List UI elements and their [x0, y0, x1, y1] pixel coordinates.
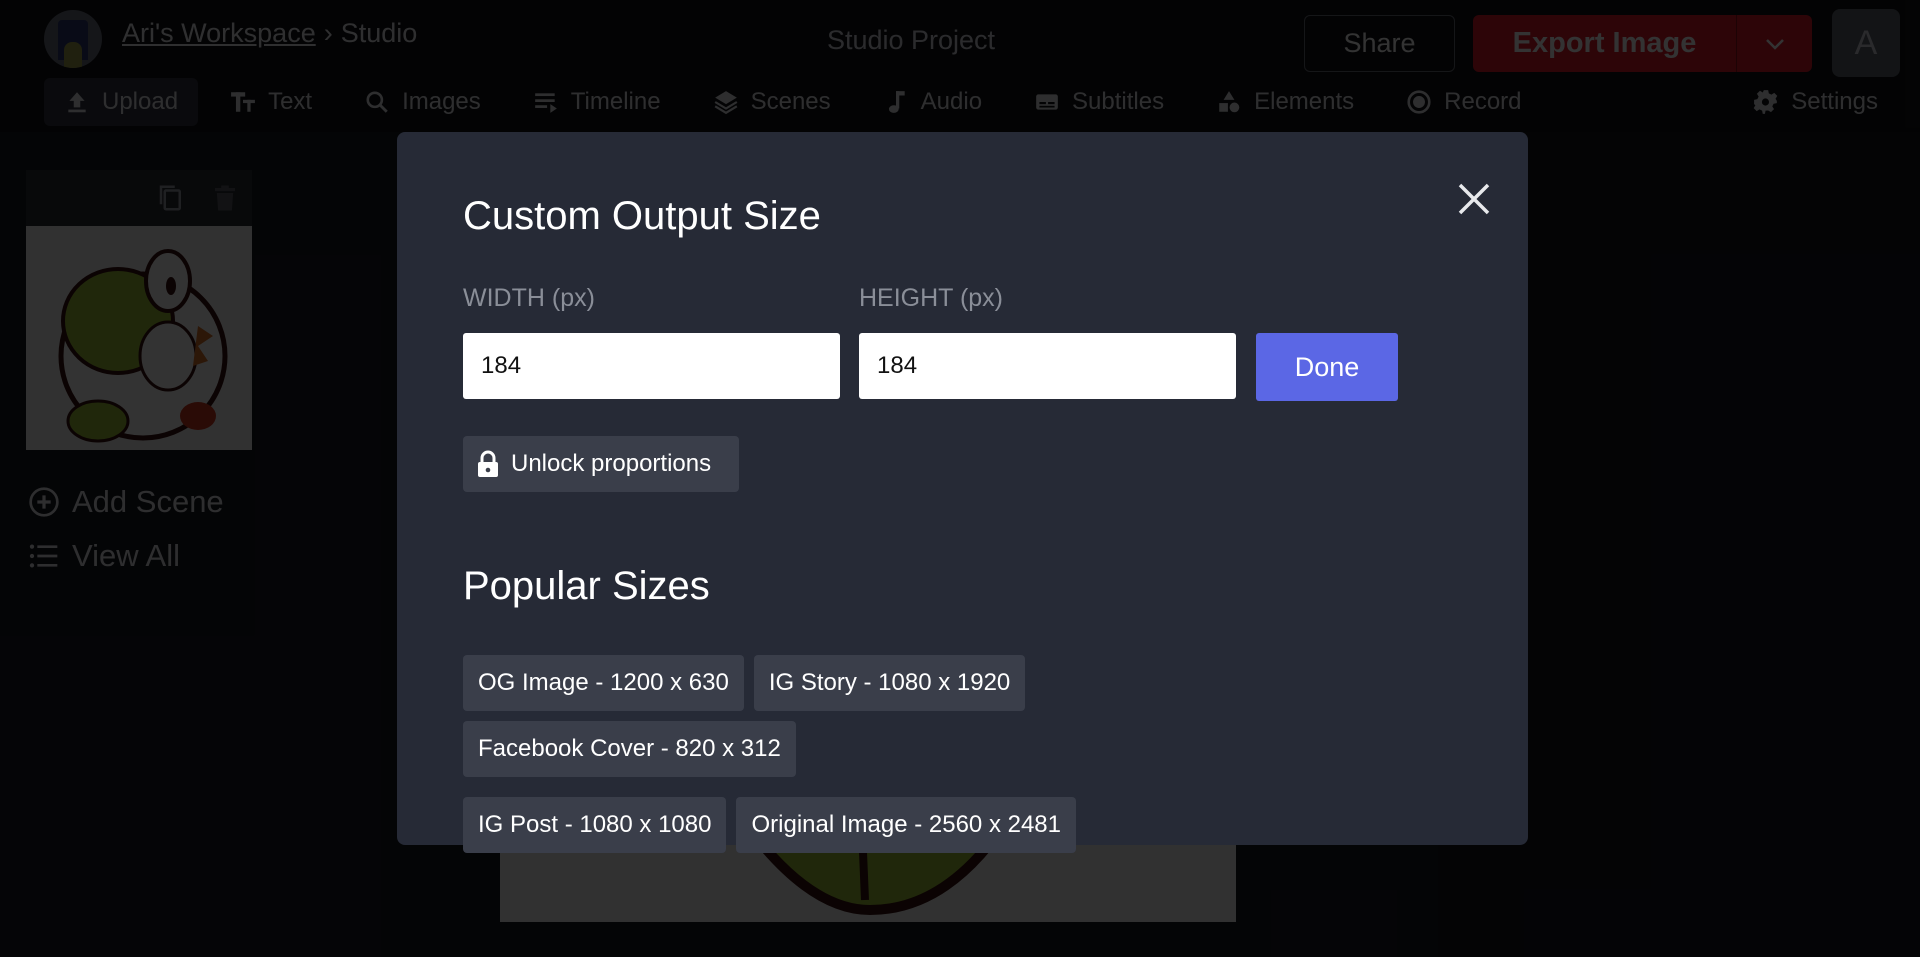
popular-sizes-list: OG Image - 1200 x 630 IG Story - 1080 x …	[463, 655, 1363, 853]
height-input[interactable]	[859, 333, 1236, 399]
unlock-proportions-label: Unlock proportions	[511, 450, 712, 477]
size-preset-original-image[interactable]: Original Image - 2560 x 2481	[736, 797, 1076, 853]
close-icon	[1458, 183, 1490, 215]
done-button[interactable]: Done	[1256, 333, 1398, 401]
size-preset-og-image[interactable]: OG Image - 1200 x 630	[463, 655, 744, 711]
unlock-proportions-button[interactable]: Unlock proportions	[463, 436, 739, 492]
dialog-title: Custom Output Size	[463, 194, 821, 238]
height-label: HEIGHT (px)	[859, 284, 1003, 312]
popular-sizes-title: Popular Sizes	[463, 564, 710, 608]
size-preset-ig-post[interactable]: IG Post - 1080 x 1080	[463, 797, 727, 853]
size-preset-ig-story[interactable]: IG Story - 1080 x 1920	[753, 655, 1026, 711]
size-preset-facebook-cover[interactable]: Facebook Cover - 820 x 312	[463, 721, 796, 777]
lock-icon	[478, 450, 498, 477]
close-button[interactable]	[1449, 174, 1499, 224]
width-label: WIDTH (px)	[463, 284, 595, 312]
width-input[interactable]	[463, 333, 840, 399]
custom-size-dialog: Custom Output Size WIDTH (px) HEIGHT (px…	[397, 132, 1528, 853]
